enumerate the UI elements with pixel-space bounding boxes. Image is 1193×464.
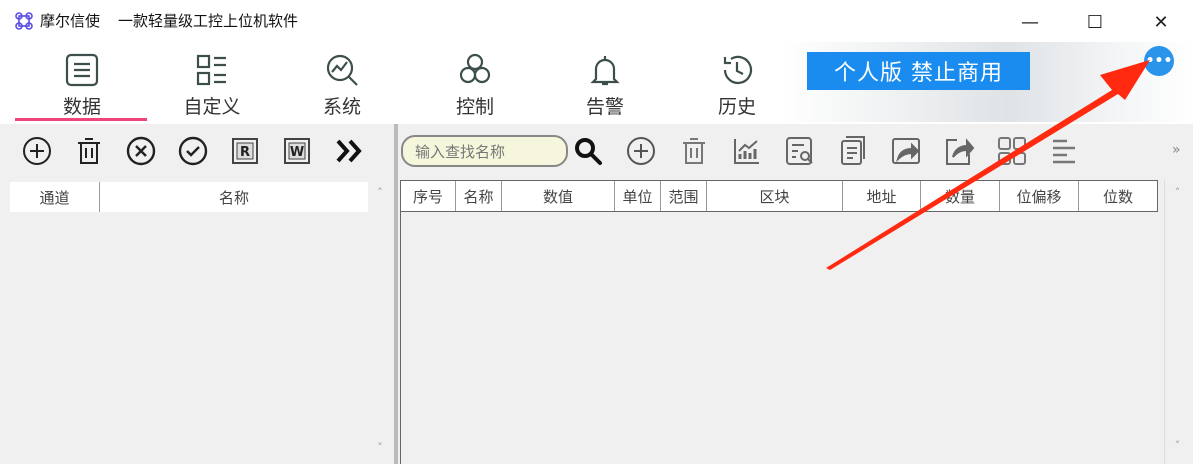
bar-chart-icon [734, 139, 759, 164]
confirm-icon [178, 136, 208, 166]
search-input[interactable]: 输入查找名称 [401, 135, 568, 167]
align-left-icon [1053, 139, 1075, 164]
close-button[interactable]: ✕ [1146, 8, 1176, 36]
share-button[interactable] [942, 134, 976, 168]
chart-button[interactable] [730, 134, 764, 168]
column-header[interactable]: 数值 [502, 181, 615, 211]
tab-label: 告警 [585, 96, 624, 118]
channel-table-header: 通道 名称 [10, 182, 368, 212]
tab-system[interactable]: 系统 [282, 52, 402, 122]
history-icon [723, 55, 753, 85]
grid-list-icon [196, 54, 226, 86]
write-icon: W [284, 138, 310, 164]
add-icon [23, 137, 51, 165]
read-label: R [240, 145, 250, 160]
toolbar-overflow-button[interactable]: » [1172, 142, 1181, 158]
tab-label: 系统 [322, 96, 361, 118]
share-icon [946, 138, 975, 165]
layout-button[interactable] [995, 134, 1029, 168]
tab-control[interactable]: 控制 [415, 52, 535, 122]
grid-icon [998, 137, 1026, 165]
left-toolbar: R W [20, 134, 366, 168]
cancel-button[interactable] [124, 134, 158, 168]
copy-icon [841, 136, 865, 165]
app-name: 摩尔信使 [40, 12, 101, 30]
write-button[interactable]: W [280, 134, 314, 168]
delete-icon [78, 138, 100, 164]
read-icon: R [232, 138, 258, 164]
scroll-down-icon[interactable]: ˅ [368, 441, 392, 454]
more-button[interactable]: ••• [1144, 46, 1174, 76]
expand-button[interactable] [332, 134, 366, 168]
list-icon [65, 53, 99, 87]
add-row-button[interactable] [624, 134, 658, 168]
channel-scrollbar[interactable]: ˄ ˅ [368, 182, 392, 464]
bell-icon [590, 56, 620, 86]
chart-search-icon [326, 54, 358, 86]
maximize-button[interactable]: ☐ [1080, 8, 1110, 36]
active-tab-indicator [15, 118, 147, 121]
tab-label: 自定义 [183, 96, 241, 118]
tab-label: 数据 [62, 96, 101, 118]
column-header[interactable]: 序号 [401, 181, 456, 211]
add-icon [627, 137, 655, 165]
column-header[interactable]: 区块 [707, 181, 843, 211]
delete-row-button[interactable] [677, 134, 711, 168]
copy-button[interactable] [836, 134, 870, 168]
search-button[interactable] [571, 134, 605, 168]
align-button[interactable] [1048, 134, 1082, 168]
column-header[interactable]: 单位 [615, 181, 661, 211]
table-border [400, 212, 401, 464]
column-header[interactable]: 范围 [661, 181, 707, 211]
scroll-up-icon[interactable]: ˄ [368, 186, 392, 199]
write-label: W [290, 145, 304, 160]
data-table-header: 序号 名称 数值 单位 范围 区块 地址 数量 位偏移 位数 [400, 180, 1158, 212]
column-header[interactable]: 名称 [456, 181, 502, 211]
column-header[interactable]: 数量 [921, 181, 1000, 211]
search-icon [575, 138, 602, 165]
tab-alarm[interactable]: 告警 [545, 52, 665, 122]
tab-label: 控制 [455, 96, 494, 118]
app-subtitle: 一款轻量级工控上位机软件 [118, 12, 299, 30]
tab-history[interactable]: 历史 [677, 52, 797, 122]
app-logo-icon [15, 11, 33, 30]
column-header[interactable]: 位偏移 [1000, 181, 1079, 211]
cancel-icon [126, 136, 156, 166]
export-icon [892, 138, 920, 164]
title-bar: 摩尔信使 一款轻量级工控上位机软件 [14, 10, 298, 31]
delete-button[interactable] [72, 134, 106, 168]
right-toolbar [571, 134, 1082, 168]
doc-search-icon [786, 137, 813, 165]
data-panel [398, 124, 1193, 464]
column-header[interactable]: 位数 [1079, 181, 1157, 211]
read-button[interactable]: R [228, 134, 262, 168]
confirm-button[interactable] [176, 134, 210, 168]
expand-icon [336, 139, 362, 163]
tab-label: 历史 [717, 96, 756, 118]
license-badge: 个人版 禁止商用 [807, 52, 1030, 90]
channel-panel [0, 124, 394, 464]
export-button[interactable] [889, 134, 923, 168]
add-button[interactable] [20, 134, 54, 168]
search-detail-button[interactable] [783, 134, 817, 168]
scroll-down-icon[interactable]: ˅ [1165, 439, 1190, 452]
scroll-up-icon[interactable]: ˄ [1165, 186, 1190, 199]
minimize-button[interactable]: — [1015, 8, 1045, 36]
control-icon [459, 53, 491, 84]
tab-custom[interactable]: 自定义 [152, 52, 272, 122]
column-header[interactable]: 地址 [843, 181, 921, 211]
data-scrollbar[interactable]: ˄ ˅ [1164, 180, 1190, 464]
delete-icon [683, 138, 705, 164]
column-header[interactable]: 通道 [10, 182, 100, 212]
column-header[interactable]: 名称 [100, 182, 368, 212]
tab-data[interactable]: 数据 [22, 52, 142, 122]
